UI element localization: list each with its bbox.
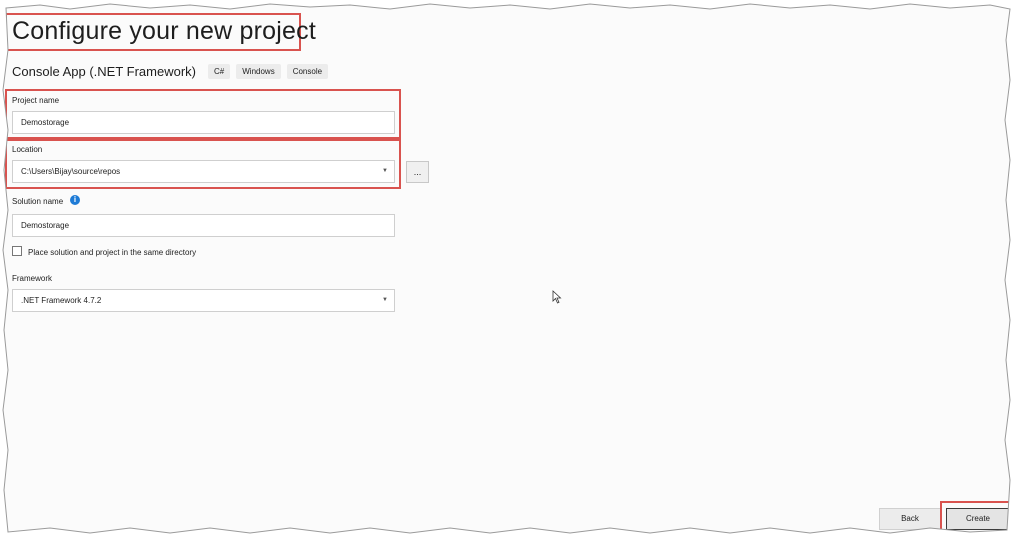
solution-name-input[interactable]: Demostorage [12,214,395,237]
same-directory-label: Place solution and project in the same d… [28,248,197,257]
tag-platform: Windows [236,64,281,79]
solution-name-value: Demostorage [21,221,70,230]
project-name-value: Demostorage [21,118,70,127]
framework-label: Framework [12,274,53,283]
framework-dropdown[interactable]: .NET Framework 4.7.2 ▼ [12,289,395,312]
info-icon[interactable]: i [70,195,80,205]
location-dropdown[interactable]: C:\Users\Bijay\source\repos ▼ [12,160,395,183]
tag-project-type: Console [286,64,329,79]
project-type-name: Console App (.NET Framework) [12,64,196,79]
mouse-cursor-icon [552,290,562,304]
project-type-row: Console App (.NET Framework) C# Windows … [12,64,334,79]
project-name-input[interactable]: Demostorage [12,111,395,134]
project-name-label: Project name [12,96,60,105]
framework-value: .NET Framework 4.7.2 [21,296,102,305]
page-title: Configure your new project [12,17,316,45]
browse-location-button[interactable]: ... [406,161,429,183]
location-value: C:\Users\Bijay\source\repos [21,167,121,176]
back-button[interactable]: Back [879,508,941,530]
configure-project-page: Configure your new project Console App (… [0,0,1018,537]
tag-language: C# [208,64,231,79]
chevron-down-icon: ▼ [382,168,388,174]
solution-name-label: Solution name [12,197,64,206]
location-label: Location [12,145,43,154]
create-button[interactable]: Create [946,508,1010,530]
chevron-down-icon: ▼ [382,297,388,303]
same-directory-checkbox[interactable] [12,246,22,256]
